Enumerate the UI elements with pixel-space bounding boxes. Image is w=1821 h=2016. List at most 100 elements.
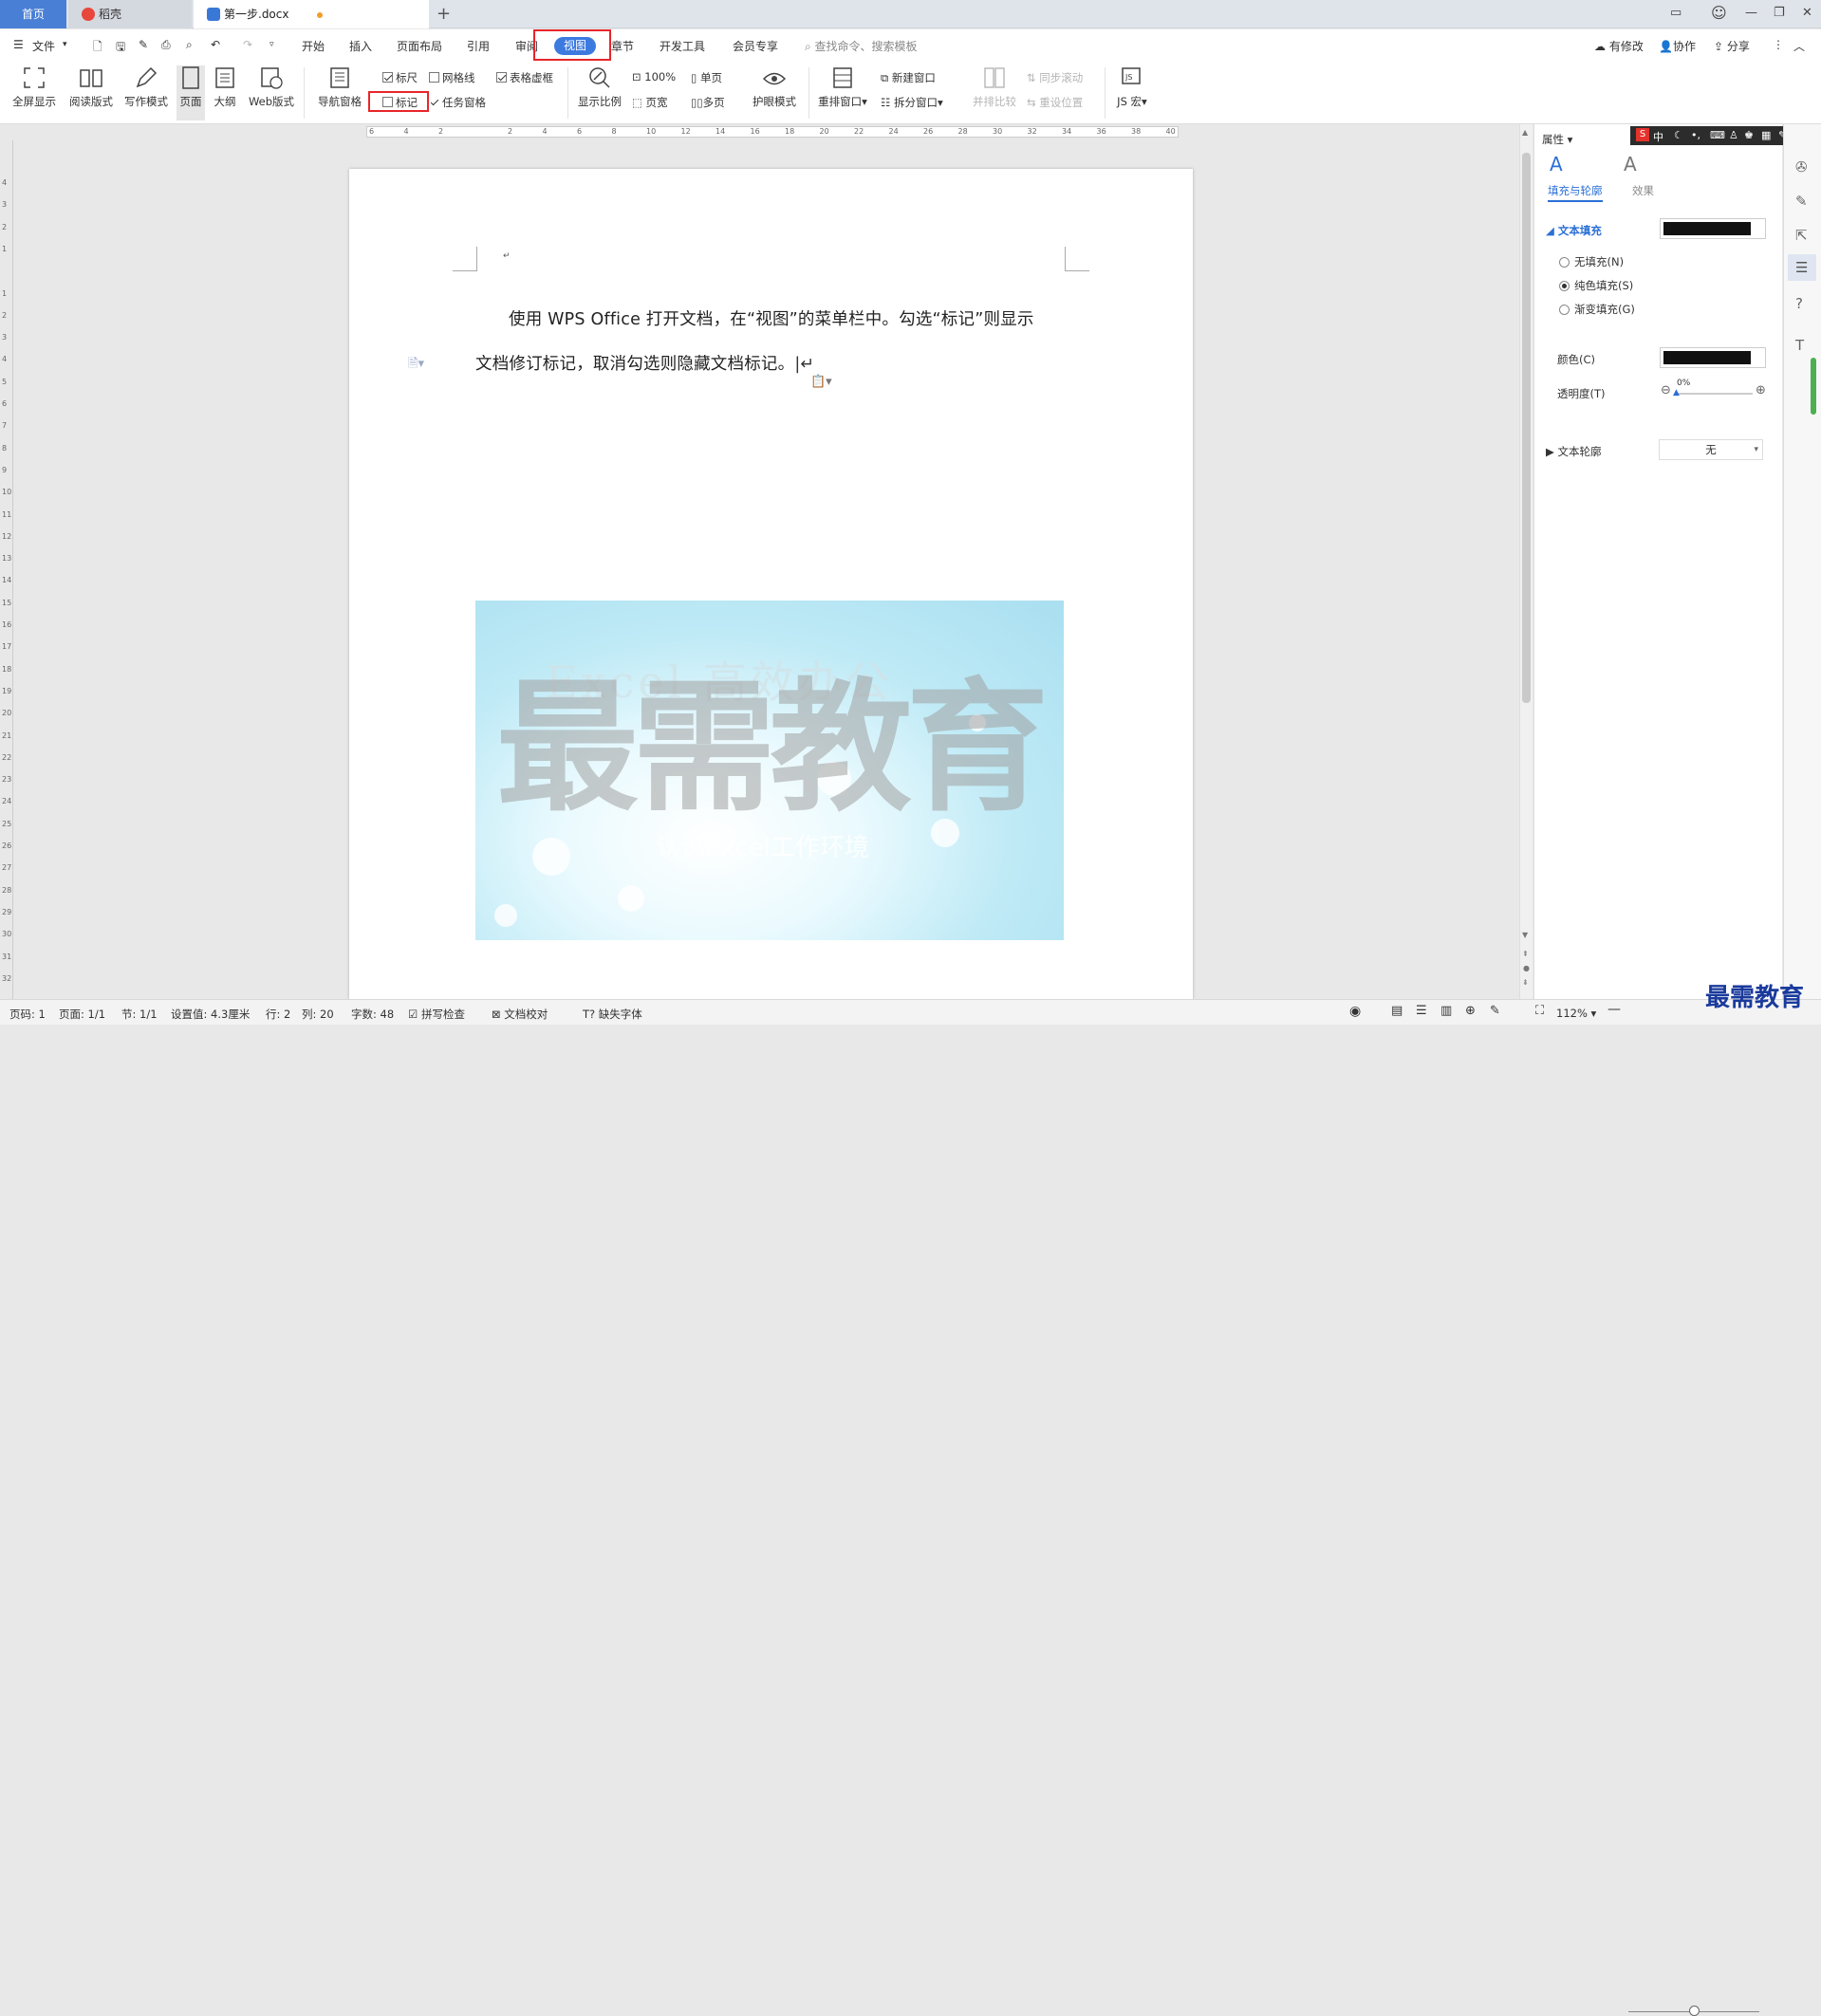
paragraph-options-icon[interactable]: 🗎▾ — [408, 355, 424, 376]
zoom-slider-handle[interactable] — [1689, 2006, 1700, 2016]
outline-button[interactable]: 大纲 — [211, 65, 239, 109]
collapse-ribbon-icon[interactable]: ︿ — [1793, 38, 1805, 54]
taskpane-checkbox[interactable]: 任务窗格 — [429, 95, 486, 110]
zoom-out-button[interactable]: — — [1607, 1002, 1621, 1017]
vertical-scrollbar[interactable]: ▲ ▼ ⇞ ● ⇟ — [1519, 124, 1533, 999]
status-section[interactable]: 节: 1/1 — [121, 1007, 158, 1022]
menu-start[interactable]: 开始 — [302, 38, 325, 54]
grid-icon[interactable]: ▦ — [1761, 129, 1771, 141]
punct-icon[interactable]: •, — [1691, 129, 1700, 141]
slider-handle[interactable]: ▲ — [1673, 388, 1680, 398]
chevron-down-icon[interactable]: ▾ — [63, 40, 67, 49]
menu-file[interactable]: 文件 — [32, 38, 55, 54]
fit-page-icon[interactable]: ⛶ — [1535, 1004, 1544, 1018]
zoom-level[interactable]: 112% ▾ — [1556, 1007, 1596, 1020]
split-window-button[interactable]: ☷ 拆分窗口▾ — [881, 95, 943, 110]
nav-pane-button[interactable]: 导航窗格 — [313, 65, 366, 109]
eye-icon[interactable]: ◉ — [1349, 1004, 1361, 1019]
read-view-icon[interactable]: ▥ — [1440, 1004, 1452, 1018]
print-icon[interactable]: ⎙ — [161, 38, 171, 52]
web-view-button[interactable]: Web版式 — [245, 65, 298, 109]
pin-icon[interactable]: ✇ — [1795, 158, 1808, 176]
tab-document[interactable]: 第一步.docx — [194, 0, 429, 28]
gradient-fill-radio[interactable]: 渐变填充(G) — [1559, 302, 1635, 317]
minus-icon[interactable]: ⊖ — [1661, 383, 1671, 398]
layout-icon[interactable]: ▭ — [1670, 6, 1682, 20]
no-fill-radio[interactable]: 无填充(N) — [1559, 254, 1624, 269]
prev-page-icon[interactable]: ⇞ — [1522, 950, 1529, 958]
color-picker[interactable] — [1660, 347, 1766, 368]
scroll-thumb[interactable] — [1522, 153, 1531, 703]
menu-insert[interactable]: 插入 — [349, 38, 372, 54]
page-view-button[interactable]: 页面 — [177, 65, 205, 120]
text-outline-section[interactable]: ▶ 文本轮廓 — [1546, 444, 1602, 459]
shirt-icon[interactable]: ♚ — [1744, 129, 1754, 141]
fullscreen-button[interactable]: 全屏显示 — [9, 65, 59, 109]
vertical-ruler[interactable]: 4 3 2 1 1 2 3 4 5 6 7 8 9 10 11 12 13 14 15 16 17 18 19 20 21 22 2… — [0, 140, 13, 999]
paragraph-line-2[interactable]: 文档修订标记，取消勾选则隐藏文档标记。|↵ — [475, 351, 814, 375]
sync-scroll-button[interactable]: ⇅ 同步滚动 — [1027, 70, 1083, 85]
write-mode-button[interactable]: 写作模式 — [121, 65, 171, 109]
search-input[interactable]: ⌕ 查找命令、搜索模板 — [805, 38, 918, 54]
status-page-no[interactable]: 页码: 1 — [9, 1007, 46, 1022]
ruler-checkbox[interactable]: 标尺 — [382, 70, 418, 85]
paragraph-line-1[interactable]: 使用 WPS Office 打开文档，在“视图”的菜单栏中。勾选“标记”则显示 — [509, 306, 1034, 330]
zoom-100-button[interactable]: ⊡ 100% — [632, 70, 676, 83]
scroll-down-icon[interactable]: ▼ — [1522, 931, 1528, 939]
page-view-icon[interactable]: ▤ — [1391, 1004, 1403, 1018]
menu-chapter[interactable]: 章节 — [611, 38, 634, 54]
menu-devtools[interactable]: 开发工具 — [660, 38, 705, 54]
menu-member[interactable]: 会员专享 — [733, 38, 778, 54]
menu-reference[interactable]: 引用 — [467, 38, 490, 54]
doc-proof-button[interactable]: ⊠ 文档校对 — [492, 1007, 548, 1022]
eyecare-button[interactable]: 护眼模式 — [748, 65, 801, 109]
read-mode-button[interactable]: 阅读版式 — [66, 65, 116, 109]
redo-icon[interactable]: ↷ — [243, 38, 252, 51]
minimize-icon[interactable]: — — [1745, 6, 1757, 20]
multi-page-button[interactable]: ▯▯多页 — [691, 95, 725, 110]
more-icon[interactable]: ▿ — [269, 40, 274, 49]
user-icon[interactable]: ♙ — [1729, 129, 1738, 141]
paste-options-icon[interactable]: 📋▾ — [810, 375, 832, 389]
close-icon[interactable]: ✕ — [1802, 6, 1812, 20]
text-fill-color-picker[interactable] — [1660, 218, 1766, 239]
document-page[interactable]: ↵ 使用 WPS Office 打开文档，在“视图”的菜单栏中。勾选“标记”则显… — [349, 169, 1193, 999]
tab-effect[interactable]: 效果 — [1632, 183, 1654, 198]
gridline-checkbox[interactable]: 网格线 — [429, 70, 475, 85]
tab-daoke[interactable]: 稻壳 — [68, 0, 192, 28]
keyboard-icon[interactable]: ⌨ — [1710, 129, 1725, 141]
text-fill-section[interactable]: ◢ 文本填充 — [1546, 223, 1602, 238]
revision-button[interactable]: ☁ 有修改 — [1594, 38, 1644, 54]
properties-icon[interactable]: ☰ — [1795, 259, 1808, 276]
transparency-slider[interactable] — [1675, 393, 1753, 395]
tab-fill-outline[interactable]: 填充与轮廓 — [1548, 183, 1603, 202]
status-words[interactable]: 字数: 48 — [351, 1007, 394, 1022]
save-icon[interactable]: 🖫 — [116, 38, 125, 58]
next-page-icon[interactable]: ⇟ — [1522, 978, 1529, 987]
side-by-side-button[interactable]: 并排比较 — [970, 65, 1019, 109]
missing-font-button[interactable]: T? 缺失字体 — [583, 1007, 642, 1022]
document-image[interactable]: Excel 高效办公 最需教育 认识Excel工作环境 — [475, 601, 1064, 940]
new-doc-icon[interactable]: 🗋 — [93, 38, 102, 58]
horizontal-ruler[interactable]: 6 4 2 2 4 6 8 10 12 14 16 18 20 22 24 26 28 30 32 34 36 38 40 — [0, 124, 1518, 139]
status-pages[interactable]: 页面: 1/1 — [59, 1007, 105, 1022]
print-preview-icon[interactable]: ⌕ — [186, 38, 193, 52]
new-tab-button[interactable]: + — [437, 4, 451, 24]
status-col[interactable]: 列: 20 — [302, 1007, 334, 1022]
ime-lang[interactable]: 中 — [1653, 129, 1663, 144]
plus-icon[interactable]: ⊕ — [1756, 383, 1766, 398]
collab-button[interactable]: 👤协作 — [1659, 38, 1696, 54]
share-button[interactable]: ⇪ 分享 — [1714, 38, 1750, 54]
outline-view-icon[interactable]: ☰ — [1416, 1004, 1427, 1018]
panel-title[interactable]: 属性 ▾ — [1542, 132, 1572, 147]
page-width-button[interactable]: ⬚ 页宽 — [632, 95, 668, 110]
solid-fill-radio[interactable]: 纯色填充(S) — [1559, 278, 1633, 293]
web-view-icon[interactable]: ⊕ — [1465, 1004, 1476, 1018]
format-painter-icon[interactable]: ✎ — [139, 38, 148, 51]
moon-icon[interactable]: ☾ — [1674, 129, 1683, 141]
zoom-button[interactable]: 显示比例 — [575, 65, 624, 109]
spell-check-button[interactable]: ☑ 拼写检查 — [408, 1007, 465, 1022]
help-icon[interactable]: ? — [1795, 295, 1803, 312]
menu-layout[interactable]: 页面布局 — [397, 38, 442, 54]
restore-icon[interactable]: ❐ — [1774, 6, 1785, 20]
